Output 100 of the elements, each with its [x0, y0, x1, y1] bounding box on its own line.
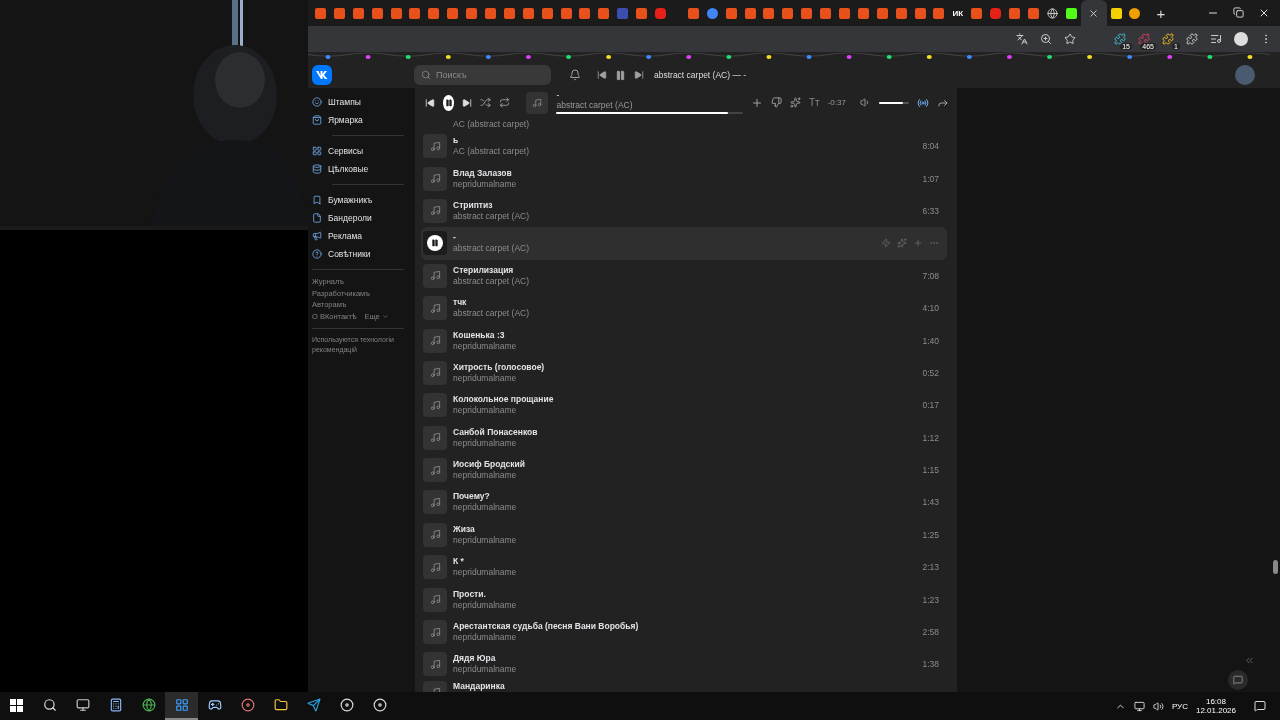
track-cover[interactable] — [423, 296, 447, 321]
track-artist[interactable]: nepridumalname — [453, 178, 917, 190]
track-cover[interactable] — [423, 490, 447, 515]
track-cover[interactable] — [423, 328, 447, 353]
track-row[interactable]: Стриптиз abstract carpet (AC) 6:33 — [421, 194, 947, 228]
nav-item[interactable]: Совѣтники — [312, 245, 410, 263]
track-artist[interactable]: abstract carpet (AC) — [556, 100, 743, 110]
track-artist[interactable]: nepridumalname — [453, 470, 917, 482]
star-icon[interactable] — [1064, 33, 1076, 45]
track-cover[interactable] — [423, 360, 447, 385]
repeat-icon[interactable] — [499, 97, 511, 108]
pause-button[interactable] — [443, 94, 455, 111]
translate-icon[interactable] — [1016, 33, 1028, 45]
notifications-icon[interactable] — [569, 69, 581, 81]
track-row[interactable]: - abstract carpet (AC) — [421, 227, 947, 260]
track-row[interactable]: Иосиф Бродский nepridumalname 1:15 — [421, 453, 947, 487]
track-row[interactable]: Жиза nepridumalname 1:25 — [421, 518, 947, 552]
volume-icon[interactable] — [1152, 700, 1164, 712]
track-artist[interactable]: nepridumalname — [453, 599, 917, 611]
close-icon[interactable] — [1088, 7, 1100, 19]
track-row[interactable]: Прости. nepridumalname 1:23 — [421, 583, 947, 616]
media-icon[interactable] — [1210, 33, 1222, 45]
dislike-icon[interactable] — [770, 97, 782, 108]
track-artist[interactable]: nepridumalname — [453, 340, 917, 352]
network-icon[interactable] — [1133, 700, 1145, 712]
add-icon[interactable] — [750, 96, 763, 109]
previous-icon[interactable] — [425, 97, 435, 108]
track-cover[interactable] — [423, 425, 447, 450]
track-cover[interactable] — [423, 652, 447, 677]
track-artist[interactable]: abstract carpet (AC) — [453, 275, 917, 287]
close-icon[interactable] — [1258, 7, 1270, 19]
track-cover[interactable] — [526, 91, 549, 114]
track-cover[interactable] — [423, 263, 447, 288]
track-artist[interactable]: AC (abstract carpet) — [453, 119, 530, 130]
track-artist[interactable]: nepridumalname — [453, 502, 917, 514]
previous-icon[interactable] — [597, 70, 607, 80]
extensions-icon[interactable] — [1186, 33, 1198, 45]
track-row[interactable]: Санбой Понасенков nepridumalname 1:12 — [421, 421, 947, 454]
volume-slider[interactable] — [878, 101, 909, 104]
nav-item[interactable]: Реклама — [312, 227, 410, 245]
track-artist[interactable]: nepridumalname — [453, 405, 917, 417]
next-icon[interactable] — [634, 70, 644, 80]
track-cover[interactable] — [423, 198, 447, 223]
language-indicator[interactable]: РУС — [1171, 701, 1188, 711]
new-tab-button[interactable]: + — [1150, 4, 1172, 22]
volume-icon[interactable] — [859, 97, 871, 108]
zoom-icon[interactable] — [1040, 33, 1052, 45]
next-icon[interactable] — [462, 97, 473, 108]
vk-logo[interactable] — [312, 65, 332, 85]
track-cover[interactable] — [423, 166, 447, 191]
track-cover[interactable] — [423, 620, 447, 645]
shuffle-icon[interactable] — [480, 97, 492, 108]
restore-icon[interactable] — [1233, 7, 1244, 18]
track-row[interactable]: Арестантская судьба (песня Вани Воробья) nepridumalname 2:58 — [421, 615, 947, 649]
track-row[interactable]: Почему? nepridumalname 1:43 — [421, 486, 947, 519]
extension-icon[interactable] — [1114, 33, 1126, 45]
notifications-icon[interactable] — [1254, 700, 1266, 712]
nav-item[interactable]: Штампы — [312, 93, 410, 111]
track-artist[interactable]: abstract carpet (AC) — [453, 243, 875, 255]
track-row[interactable]: ь AC (abstract carpet) 8:04 — [421, 130, 947, 163]
track-row[interactable]: Стерилизация abstract carpet (AC) 7:08 — [421, 259, 947, 292]
scrollbar-thumb[interactable] — [1273, 560, 1278, 574]
track-row[interactable]: Дядя Юра nepridumalname 1:38 — [421, 648, 947, 681]
track-cover[interactable] — [423, 458, 447, 483]
lyrics-button[interactable]: Tт — [808, 97, 820, 108]
clock-date[interactable]: 12.01.2026 — [1195, 706, 1236, 715]
chat-button[interactable] — [1228, 670, 1248, 690]
extension-icon[interactable] — [1162, 33, 1174, 45]
track-artist[interactable]: nepridumalname — [453, 372, 917, 384]
track-row[interactable]: К * nepridumalname 2:13 — [421, 551, 947, 584]
track-artist[interactable]: nepridumalname — [453, 437, 917, 449]
track-artist[interactable]: nepridumalname — [453, 664, 917, 676]
track-artist[interactable]: nepridumalname — [453, 632, 917, 644]
track-cover[interactable] — [423, 393, 447, 418]
broadcast-icon[interactable] — [917, 96, 929, 109]
nav-item[interactable]: Бандероли — [312, 209, 410, 227]
track-cover[interactable] — [423, 522, 447, 547]
track-row[interactable]: тчк abstract carpet (AC) 4:10 — [421, 291, 947, 325]
track-cover[interactable] — [423, 555, 447, 580]
track-artist[interactable]: nepridumalname — [453, 567, 917, 579]
track-artist[interactable]: AC (abstract carpet) — [453, 146, 917, 158]
track-artist[interactable]: abstract carpet (AC) — [453, 308, 917, 320]
track-cover[interactable] — [423, 134, 447, 159]
nav-item[interactable]: Бумажникъ — [312, 191, 410, 209]
track-row[interactable]: Кошенька :3 nepridumalname 1:40 — [421, 324, 947, 357]
now-playing-text[interactable]: abstract carpet (AC) — - — [654, 70, 747, 80]
browser-tab[interactable]: ИК — [948, 2, 968, 24]
sparkle-icon[interactable] — [789, 97, 801, 108]
pause-button[interactable] — [427, 235, 443, 252]
track-artist[interactable]: nepridumalname — [453, 534, 917, 546]
nav-item[interactable]: Сервисы — [312, 142, 410, 160]
track-row[interactable]: Влад Залазов nepridumalname 1:07 — [421, 162, 947, 195]
search-field[interactable]: Поискъ — [414, 65, 551, 85]
track-cover[interactable] — [423, 587, 447, 612]
pause-icon[interactable] — [615, 69, 626, 81]
nav-item[interactable]: Ярмарка — [312, 111, 410, 129]
track-row[interactable]: Колокольное прощание nepridumalname 0:17 — [421, 389, 947, 422]
nav-item[interactable]: Цѣлковые — [312, 160, 410, 178]
track-artist[interactable]: abstract carpet (AC) — [453, 210, 917, 222]
extension-icon[interactable] — [1138, 33, 1150, 45]
